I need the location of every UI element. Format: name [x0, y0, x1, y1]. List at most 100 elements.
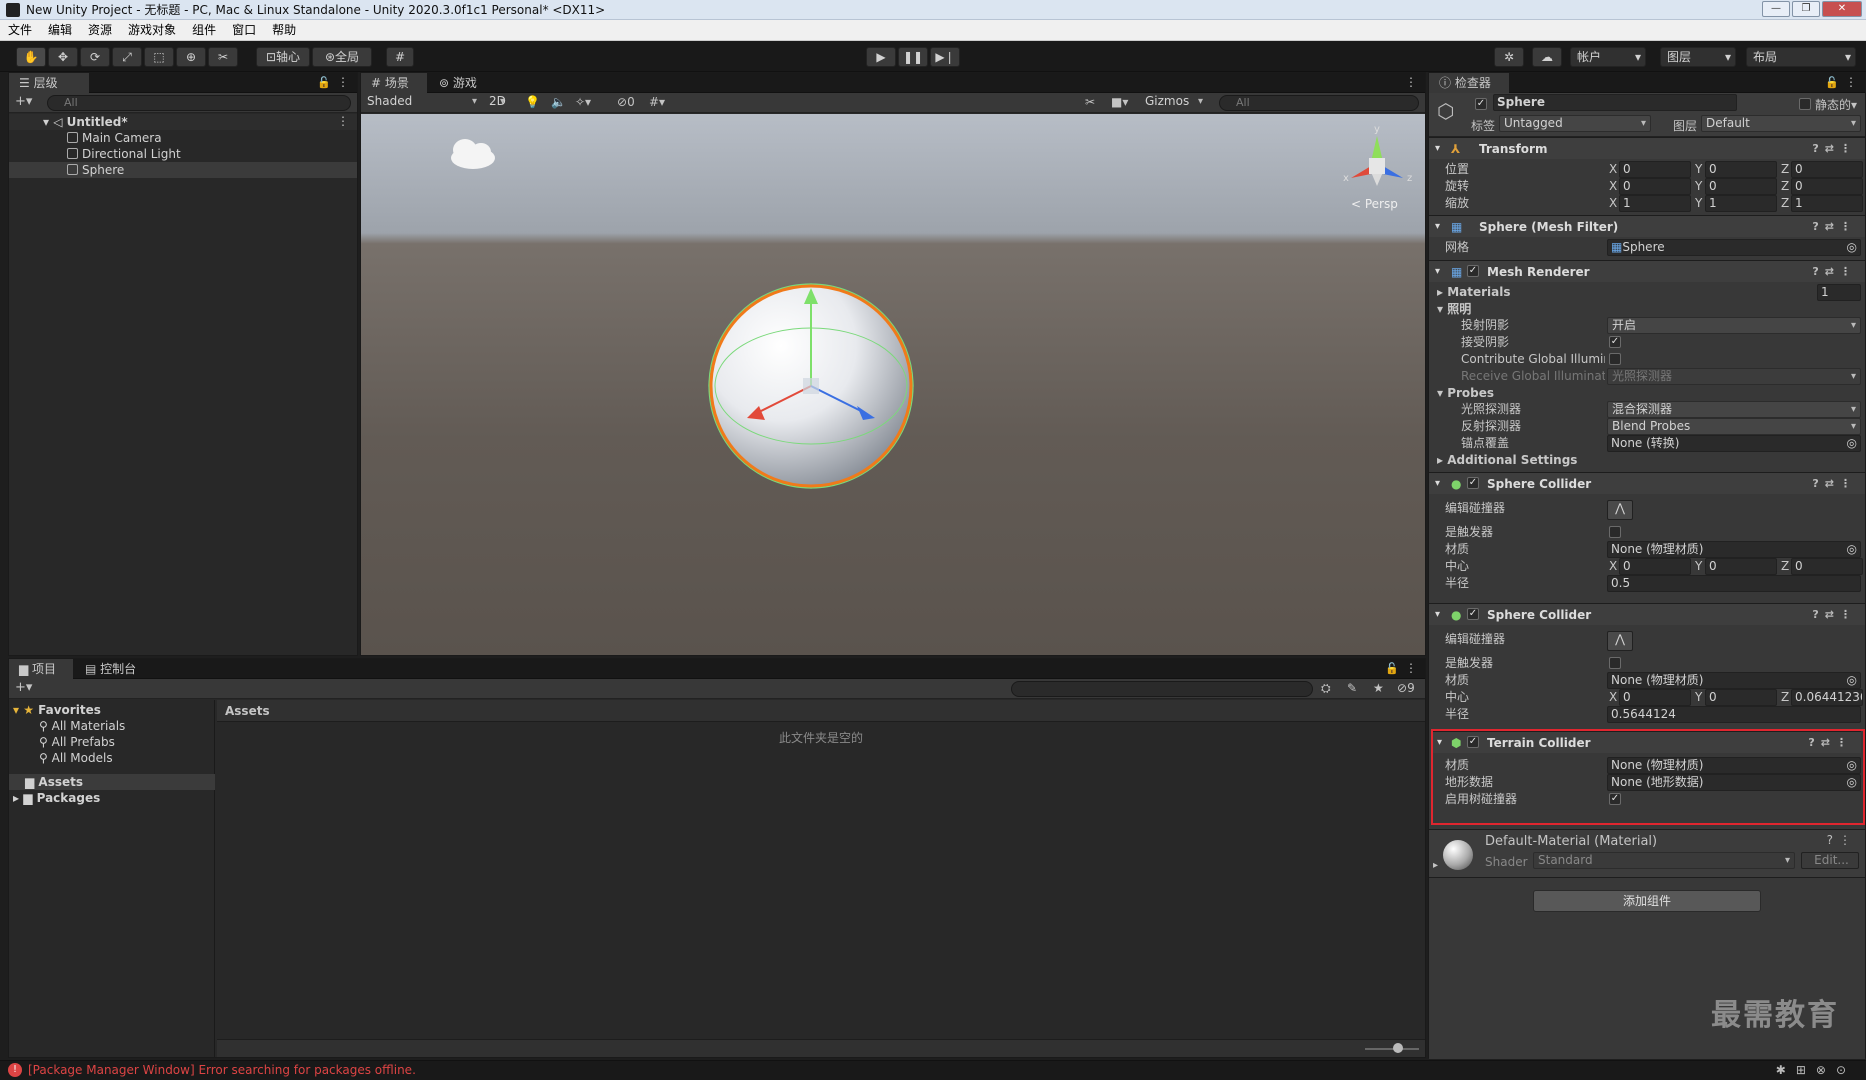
sphere-collider-1-enabled-checkbox[interactable]: ✓ [1467, 477, 1479, 489]
more-icon[interactable]: ⋮ [1405, 75, 1417, 89]
tools-icon[interactable]: ✂ [1085, 95, 1095, 109]
sc2-radius-field[interactable]: 0.5644124 [1607, 706, 1861, 723]
sc1-trigger-checkbox[interactable] [1609, 526, 1621, 538]
scene-row[interactable]: ▾ ◁ Untitled* ⋮ [9, 114, 357, 130]
pivot-toggle-button[interactable]: ⊡轴心 [256, 47, 310, 67]
component-menu-icons[interactable]: ?⇄⋮ [1812, 138, 1857, 160]
layers-dropdown[interactable]: 图层 ▾ [1660, 47, 1736, 67]
sc2-trigger-checkbox[interactable] [1609, 657, 1621, 669]
persp-label[interactable]: < Persp [1351, 197, 1398, 211]
step-button[interactable]: ▶❘ [930, 47, 960, 67]
active-checkbox[interactable]: ✓ [1475, 98, 1487, 110]
sphere-collider-1-header[interactable]: ▾ ● ✓ Sphere Collider ?⇄⋮ [1429, 472, 1865, 494]
sphere-collider-2-enabled-checkbox[interactable]: ✓ [1467, 608, 1479, 620]
more-icon[interactable]: ⋮ [1405, 661, 1417, 675]
status-error-message[interactable]: [Package Manager Window] Error searching… [28, 1063, 416, 1077]
menu-window[interactable]: 窗口 [224, 20, 264, 41]
menu-file[interactable]: 文件 [0, 20, 40, 41]
component-menu-icons[interactable]: ?⇄⋮ [1812, 604, 1857, 626]
scene-viewport[interactable]: y x z < Persp [361, 114, 1425, 655]
transform-scale-x-field[interactable]: 1 [1619, 195, 1691, 212]
hierarchy-search-input[interactable]: All [47, 95, 351, 111]
move-tool-icon[interactable]: ✥ [48, 47, 78, 67]
sphere-object[interactable] [708, 283, 914, 489]
menu-help[interactable]: 帮助 [264, 20, 304, 41]
hidden-packages-icon[interactable]: ⊘9 [1397, 681, 1415, 695]
audio-icon[interactable]: 🔈 [551, 95, 566, 109]
foldout-icon[interactable]: ▸ [1433, 860, 1438, 871]
tree-item-directional-light[interactable]: Directional Light [67, 146, 181, 162]
static-checkbox[interactable] [1799, 98, 1811, 110]
shader-edit-button[interactable]: Edit... [1801, 852, 1859, 869]
tag-dropdown[interactable]: Untagged [1499, 115, 1651, 132]
component-menu-icons[interactable]: ?⇄⋮ [1812, 216, 1857, 238]
layout-dropdown[interactable]: 布局 ▾ [1746, 47, 1856, 67]
shader-dropdown[interactable]: Standard [1533, 852, 1795, 869]
add-icon[interactable]: +▾ [15, 94, 32, 109]
foldout-icon[interactable]: ▾ [1437, 732, 1442, 754]
tab-hierarchy[interactable]: ☰ 层级 [9, 73, 89, 94]
status-icons[interactable]: ✱⊞⊗⊙ [1776, 1063, 1856, 1077]
mesh-field[interactable]: ▦Sphere ◎ [1607, 239, 1861, 256]
sc1-radius-field[interactable]: 0.5 [1607, 575, 1861, 592]
layer-dropdown[interactable]: Default [1701, 115, 1861, 132]
foldout-icon[interactable]: ▾ [1435, 604, 1440, 626]
transform-header[interactable]: ▾ ⅄ Transform ?⇄⋮ [1429, 137, 1865, 159]
fav-all-prefabs[interactable]: ⚲ All Prefabs [39, 734, 115, 750]
collab-icon[interactable]: ✲ [1494, 47, 1524, 67]
restore-icon[interactable]: ❐ [1792, 1, 1820, 17]
additional-settings-row[interactable]: ▸ Additional Settings [1429, 450, 1865, 470]
assets-folder[interactable]: ▆ Assets [9, 774, 215, 790]
minimize-icon[interactable]: — [1762, 1, 1790, 17]
label-icon[interactable]: ✎ [1347, 681, 1357, 695]
tab-console[interactable]: ▤ 控制台 [75, 659, 155, 680]
lock-icon[interactable]: 🔓 [317, 76, 331, 89]
receive-shadows-checkbox[interactable]: ✓ [1609, 336, 1621, 348]
rotate-tool-icon[interactable]: ⟳ [80, 47, 110, 67]
breadcrumb[interactable]: Assets [217, 700, 1425, 722]
project-search-input[interactable] [1011, 681, 1313, 697]
component-menu-icons[interactable]: ?⇄⋮ [1808, 732, 1853, 754]
menu-assets[interactable]: 资源 [80, 20, 120, 41]
mesh-filter-header[interactable]: ▾ ▦ Sphere (Mesh Filter) ?⇄⋮ [1429, 215, 1865, 237]
cloud-icon[interactable]: ☁ [1532, 47, 1562, 67]
pause-button[interactable]: ❚❚ [898, 47, 928, 67]
global-toggle-button[interactable]: ⊛全局 [312, 47, 372, 67]
transform-tool-icon[interactable]: ⊕ [176, 47, 206, 67]
add-icon[interactable]: +▾ [15, 680, 32, 695]
camera-icon[interactable]: ■▾ [1111, 95, 1128, 109]
filter-type-icon[interactable]: ⛭ [1321, 681, 1331, 696]
effects-icon[interactable]: ✧▾ [575, 95, 591, 109]
scene-search-input[interactable]: All [1219, 95, 1419, 111]
tab-scene[interactable]: # 场景 [361, 73, 427, 94]
object-name-input[interactable]: Sphere [1493, 94, 1737, 111]
lock-icon[interactable]: 🔓 [1825, 76, 1839, 89]
object-picker-icon[interactable]: ◎ [1847, 542, 1857, 557]
component-menu-icons[interactable]: ?⇄⋮ [1812, 473, 1857, 495]
tree-item-sphere[interactable]: Sphere [9, 162, 357, 178]
mesh-renderer-enabled-checkbox[interactable]: ✓ [1467, 265, 1479, 277]
menu-gameobject[interactable]: 游戏对象 [120, 20, 184, 41]
component-menu-icons[interactable]: ?⇄⋮ [1812, 261, 1857, 283]
hand-tool-icon[interactable]: ✋ [16, 47, 46, 67]
snap-grid-icon[interactable]: # [386, 47, 414, 67]
play-button[interactable]: ▶ [866, 47, 896, 67]
lock-icon[interactable]: 🔓 [1385, 662, 1399, 675]
add-component-button[interactable]: 添加组件 [1533, 890, 1761, 912]
close-icon[interactable]: ✕ [1822, 1, 1862, 17]
grid-toggle-icon[interactable]: #▾ [649, 95, 665, 109]
tc-tree-colliders-checkbox[interactable]: ✓ [1609, 793, 1621, 805]
hidden-objects-icon[interactable]: ⊘0 [617, 95, 635, 109]
account-dropdown[interactable]: 帐户 ▾ [1570, 47, 1646, 67]
additional-settings-foldout[interactable]: ▸ Additional Settings [1437, 450, 1577, 470]
material-menu-icons[interactable]: ?⋮ [1827, 833, 1857, 847]
shading-mode-dropdown[interactable]: Shaded [363, 94, 481, 111]
object-picker-icon[interactable]: ◎ [1847, 240, 1857, 255]
object-picker-icon[interactable]: ◎ [1847, 436, 1857, 451]
foldout-icon[interactable]: ▾ [1435, 261, 1440, 283]
slider-handle[interactable] [1393, 1043, 1403, 1053]
mesh-renderer-header[interactable]: ▾ ▦ ✓ Mesh Renderer ?⇄⋮ [1429, 260, 1865, 282]
menu-edit[interactable]: 编辑 [40, 20, 80, 41]
sc1-edit-collider-button[interactable]: ⋀ [1607, 500, 1633, 520]
custom-tool-icon[interactable]: ✂ [208, 47, 238, 67]
